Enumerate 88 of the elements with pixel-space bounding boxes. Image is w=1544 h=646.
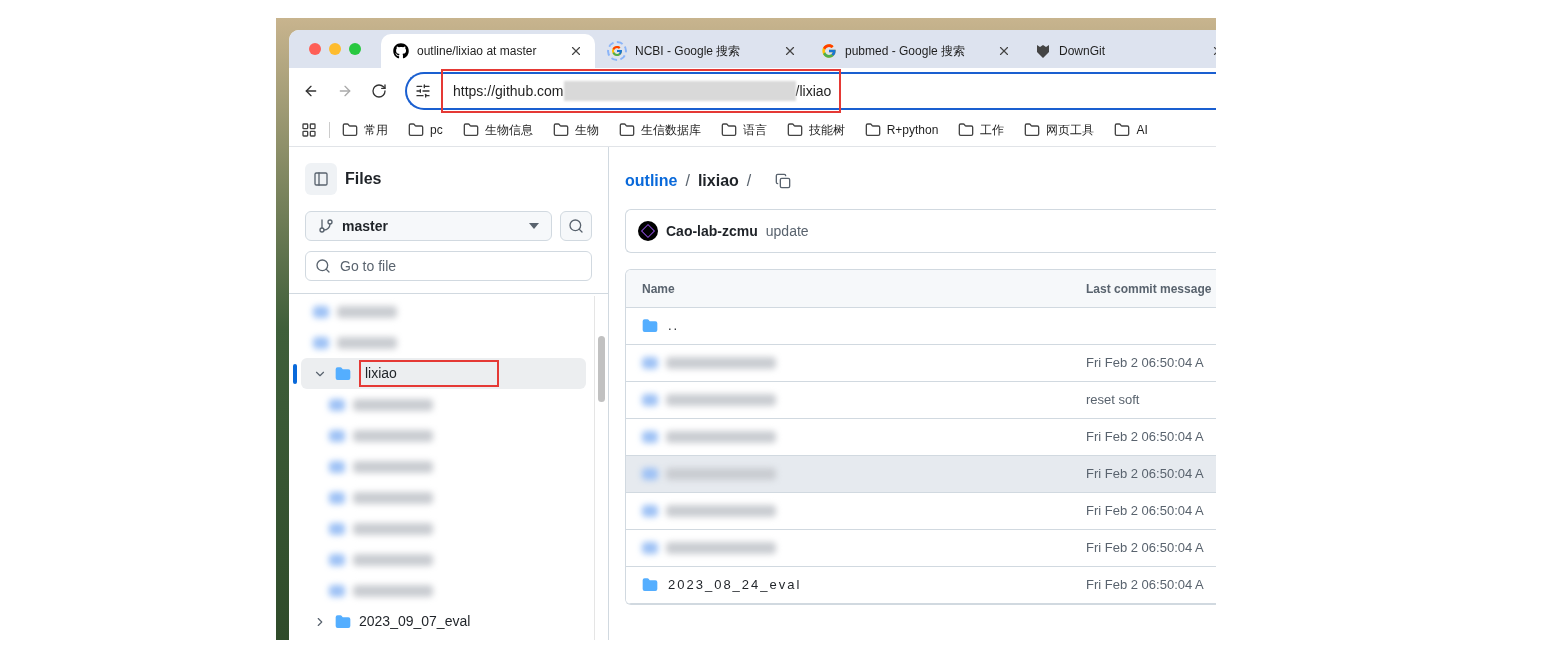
bookmark-folder[interactable]: AI [1114,121,1148,139]
folder-name: lixiao [365,365,397,381]
tree-item[interactable]: 2023_09_07_eval [301,606,586,637]
breadcrumb-link[interactable]: outline [625,169,678,193]
commit-author[interactable]: Cao-lab-zcmu [666,220,758,242]
close-icon[interactable] [783,44,797,58]
folder-icon [1114,122,1131,138]
folder-icon [335,613,351,630]
column-header: Name [641,280,676,298]
folder-icon [864,122,881,138]
folder-icon [408,122,424,138]
github-icon [393,43,409,59]
parent-directory-link[interactable]: .. [668,316,680,336]
selection-indicator [293,363,297,384]
search-icon [568,218,584,234]
search-icon [315,258,331,274]
folder-icon [335,365,351,382]
folder-icon [958,122,975,138]
file-row[interactable]: Fri Feb 2 06:50:04 A [626,456,1216,493]
browser-tab[interactable]: NCBI - Google 搜索 [595,34,809,68]
scrollbar-thumb[interactable] [598,336,605,402]
search-button[interactable] [560,211,592,241]
commit-message[interactable]: Fri Feb 2 06:50:04 A [1086,464,1204,484]
collapse-sidebar-button[interactable] [305,163,337,195]
branch-icon [318,218,334,234]
sidebar-title: Files [345,169,382,189]
bookmark-folder[interactable]: 技能树 [786,121,845,139]
caret-icon [529,223,539,229]
column-header: Last commit message [1086,280,1212,298]
path-separator: / [746,171,752,191]
go-to-file-field[interactable]: Go to file [305,251,592,281]
commit-message[interactable]: Fri Feb 2 06:50:04 A [1086,538,1204,558]
back-icon[interactable] [303,83,319,99]
file-name-link[interactable]: 2023_08_24_eval [668,575,802,595]
bookmark-folder[interactable]: 生物 [552,121,599,139]
bookmark-folder[interactable]: 语言 [720,121,767,139]
shield-logo-icon [1035,43,1051,59]
url-text: /lixiao [795,81,832,101]
close-icon[interactable] [997,44,1011,58]
folder-name: 2023_09_07_eval [359,612,471,631]
bookmark-folder[interactable]: 生信数据库 [618,121,701,139]
browser-tab[interactable]: outline/lixiao at master [381,34,595,68]
bookmark-folder[interactable]: 工作 [958,121,1005,139]
bookmark-folder[interactable]: pc [408,121,443,139]
sidebar-panel-icon [313,171,329,187]
tab-title: DownGit [1059,43,1106,60]
copy-icon[interactable] [775,173,792,189]
commit-message[interactable]: Fri Feb 2 06:50:04 A [1086,353,1204,373]
folder-icon [552,122,569,138]
folder-icon [342,122,358,138]
bookmark-folder[interactable]: R+python [864,121,939,139]
url-text: https://github.com [453,81,564,101]
close-window-button[interactable] [309,43,321,55]
breadcrumb-text: lixiao [697,171,739,191]
apps-icon[interactable] [301,122,317,138]
tab-title: NCBI - Google 搜索 [635,43,742,60]
tree-item[interactable]: lixiao [301,358,586,389]
bookmark-folder[interactable]: 常用 [342,121,388,139]
bookmark-folder[interactable]: 网页工具 [1024,121,1095,139]
folder-icon [720,122,737,138]
reload-icon[interactable] [371,83,387,99]
avatar-icon [638,221,658,241]
folder-icon [786,122,803,138]
commit-message[interactable]: Fri Feb 2 06:50:04 A [1086,501,1204,521]
branch-select[interactable]: master [305,211,552,241]
close-icon[interactable] [569,44,583,58]
path-separator: / [685,171,690,191]
browser-tab[interactable]: pubmed - Google 搜索 [809,34,1023,68]
folder-icon [642,318,658,334]
commit-message[interactable]: update [765,220,809,242]
bookmark-folder[interactable]: 生物信息 [462,121,533,139]
maximize-window-button[interactable] [349,43,361,55]
forward-icon[interactable] [337,83,353,99]
folder-icon [642,577,658,593]
commit-message[interactable]: Fri Feb 2 06:50:04 A [1086,427,1204,447]
site-settings-icon[interactable] [415,83,431,99]
commit-message[interactable]: Fri Feb 2 06:50:04 A [1086,575,1204,595]
address-bar[interactable]: https://github.com /lixiao [405,72,1216,110]
tab-title: outline/lixiao at master [417,43,538,60]
folder-icon [1024,122,1041,138]
loading-google-icon [607,41,627,61]
minimize-window-button[interactable] [329,43,341,55]
google-icon [821,43,837,59]
commit-message[interactable]: reset soft [1086,390,1140,410]
folder-icon [462,122,479,138]
tab-title: pubmed - Google 搜索 [845,43,967,60]
browser-tab[interactable]: DownGit [1023,34,1216,68]
folder-icon [618,122,635,138]
